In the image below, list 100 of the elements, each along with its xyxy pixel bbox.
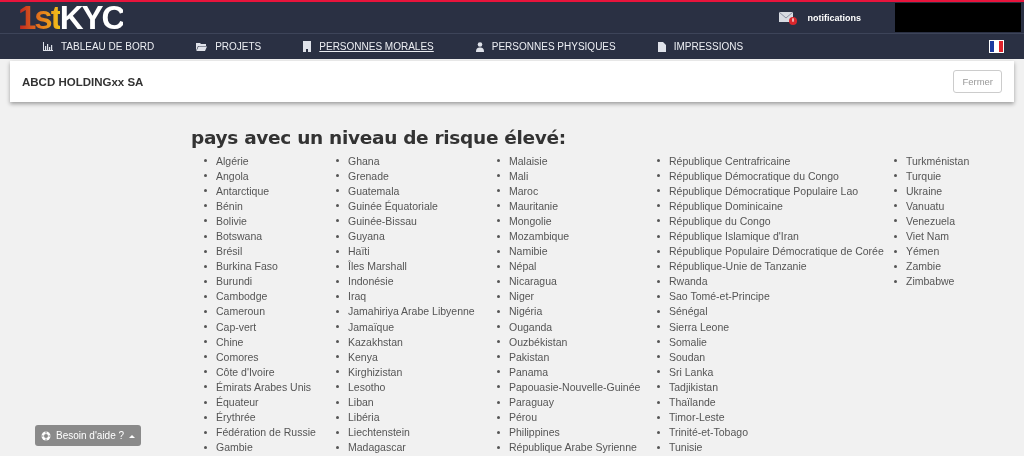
country-name: Ghana (348, 154, 380, 167)
entity-title: ABCD HOLDINGxx SA (22, 75, 144, 88)
bullet-icon (336, 249, 339, 253)
nav-tab[interactable]: PERSONNES PHYSIQUES (475, 41, 616, 52)
bullet-icon (336, 234, 339, 238)
country-name: Mauritanie (509, 199, 559, 212)
country-name: Chine (216, 335, 244, 348)
country-name: Burkina Faso (216, 260, 278, 273)
country-name: Côte d'Ivoire (216, 365, 275, 378)
country-name: Brésil (216, 245, 243, 258)
country-name: Guyana (348, 230, 385, 242)
country-name: République Islamique d'Iran (669, 230, 799, 242)
country-name: Botswana (216, 230, 263, 242)
bullet-icon (204, 385, 207, 389)
bullet-icon (497, 355, 500, 359)
notifications-link[interactable]: notifications (807, 12, 861, 23)
bullet-icon (336, 159, 339, 163)
bullet-icon (497, 159, 500, 163)
bullet-icon (894, 279, 897, 283)
country-name: Nicaragua (509, 275, 557, 288)
bullet-icon (497, 189, 500, 193)
bullet-icon (894, 174, 897, 178)
bullet-icon (204, 219, 207, 223)
bullet-icon (204, 355, 207, 359)
bullet-icon (204, 189, 207, 193)
country-name: Somalie (669, 335, 707, 348)
document-icon (657, 41, 666, 52)
building-icon (303, 41, 312, 52)
bullet-icon (336, 219, 339, 223)
country-name: Émirats Arabes Unis (216, 380, 312, 393)
bullet-icon (204, 159, 207, 163)
country-name: Rwanda (669, 275, 708, 288)
mail-alert-icon[interactable] (777, 9, 798, 26)
bullet-icon (497, 325, 500, 329)
country-name: Turkménistan (906, 154, 970, 167)
country-name: Panama (509, 365, 549, 378)
nav-tab[interactable]: IMPRESSIONS (657, 41, 744, 52)
bullet-icon (336, 279, 339, 283)
country-name: Thaïlande (669, 396, 716, 409)
country-name: Zambie (906, 260, 941, 273)
bullet-icon (204, 445, 207, 449)
flag-icon[interactable] (989, 40, 1004, 53)
bullet-icon (657, 370, 660, 374)
bullet-icon (657, 189, 660, 193)
bullet-icon (497, 264, 500, 268)
bullet-icon (336, 400, 339, 404)
country-name: Haïti (348, 245, 370, 258)
country-name: République-Unie de Tanzanie (669, 260, 807, 273)
country-name: Kazakhstan (348, 335, 403, 348)
bullet-icon (204, 234, 207, 238)
country-name: Liban (348, 396, 374, 409)
bullet-icon (204, 430, 207, 434)
bullet-icon (894, 159, 897, 163)
bullet-icon (657, 249, 660, 253)
nav-tab[interactable]: PROJETS (196, 41, 262, 52)
country-name: Sénégal (669, 305, 708, 318)
nav-tab[interactable]: TABLEAU DE BORD (43, 41, 155, 52)
country-name: Yémen (906, 245, 940, 258)
bullet-icon (497, 219, 500, 223)
bullet-icon (657, 159, 660, 163)
bullet-icon (336, 340, 339, 344)
bullet-icon (204, 340, 207, 344)
country-name: République Démocratique du Congo (669, 169, 839, 182)
bullet-icon (657, 385, 660, 389)
bullet-icon (336, 310, 339, 313)
country-name: Îles Marshall (348, 260, 407, 273)
bullet-icon (497, 370, 500, 374)
country-name: Liechtenstein (348, 426, 410, 439)
country-name: République Arabe Syrienne (509, 441, 637, 454)
country-name: Paraguay (509, 396, 554, 409)
country-name: Nigéria (509, 305, 543, 318)
bullet-icon (204, 249, 207, 253)
country-name: Philippines (509, 426, 560, 439)
bullet-icon (497, 294, 500, 298)
bullet-icon (336, 430, 339, 434)
bullet-icon (336, 445, 339, 449)
country-name: Lesotho (348, 380, 386, 393)
bullet-icon (894, 204, 897, 208)
bullet-icon (894, 189, 897, 193)
country-name: Jamaïque (348, 320, 395, 333)
bullet-icon (497, 400, 500, 404)
bullet-icon (657, 400, 660, 404)
bullet-icon (204, 325, 207, 329)
country-name: Cameroun (216, 305, 266, 318)
country-name: Iraq (348, 290, 367, 303)
nav-tab[interactable]: PERSONNES MORALES (303, 41, 434, 52)
bullet-icon (204, 310, 207, 313)
bullet-icon (336, 325, 339, 329)
bullet-icon (336, 355, 339, 359)
country-name: Érythrée (216, 411, 256, 424)
bullet-icon (497, 340, 500, 344)
caret-icon (129, 433, 136, 438)
country-name: Gambie (216, 441, 253, 454)
country-name: Maroc (509, 184, 539, 197)
country-name: République Populaire Démocratique de Corée (669, 245, 884, 258)
country-name: République du Congo (669, 214, 771, 227)
bullet-icon (894, 219, 897, 223)
bullet-icon (336, 294, 339, 298)
country-name: Libéria (348, 411, 380, 424)
country-name: Kirghizistan (348, 365, 403, 378)
